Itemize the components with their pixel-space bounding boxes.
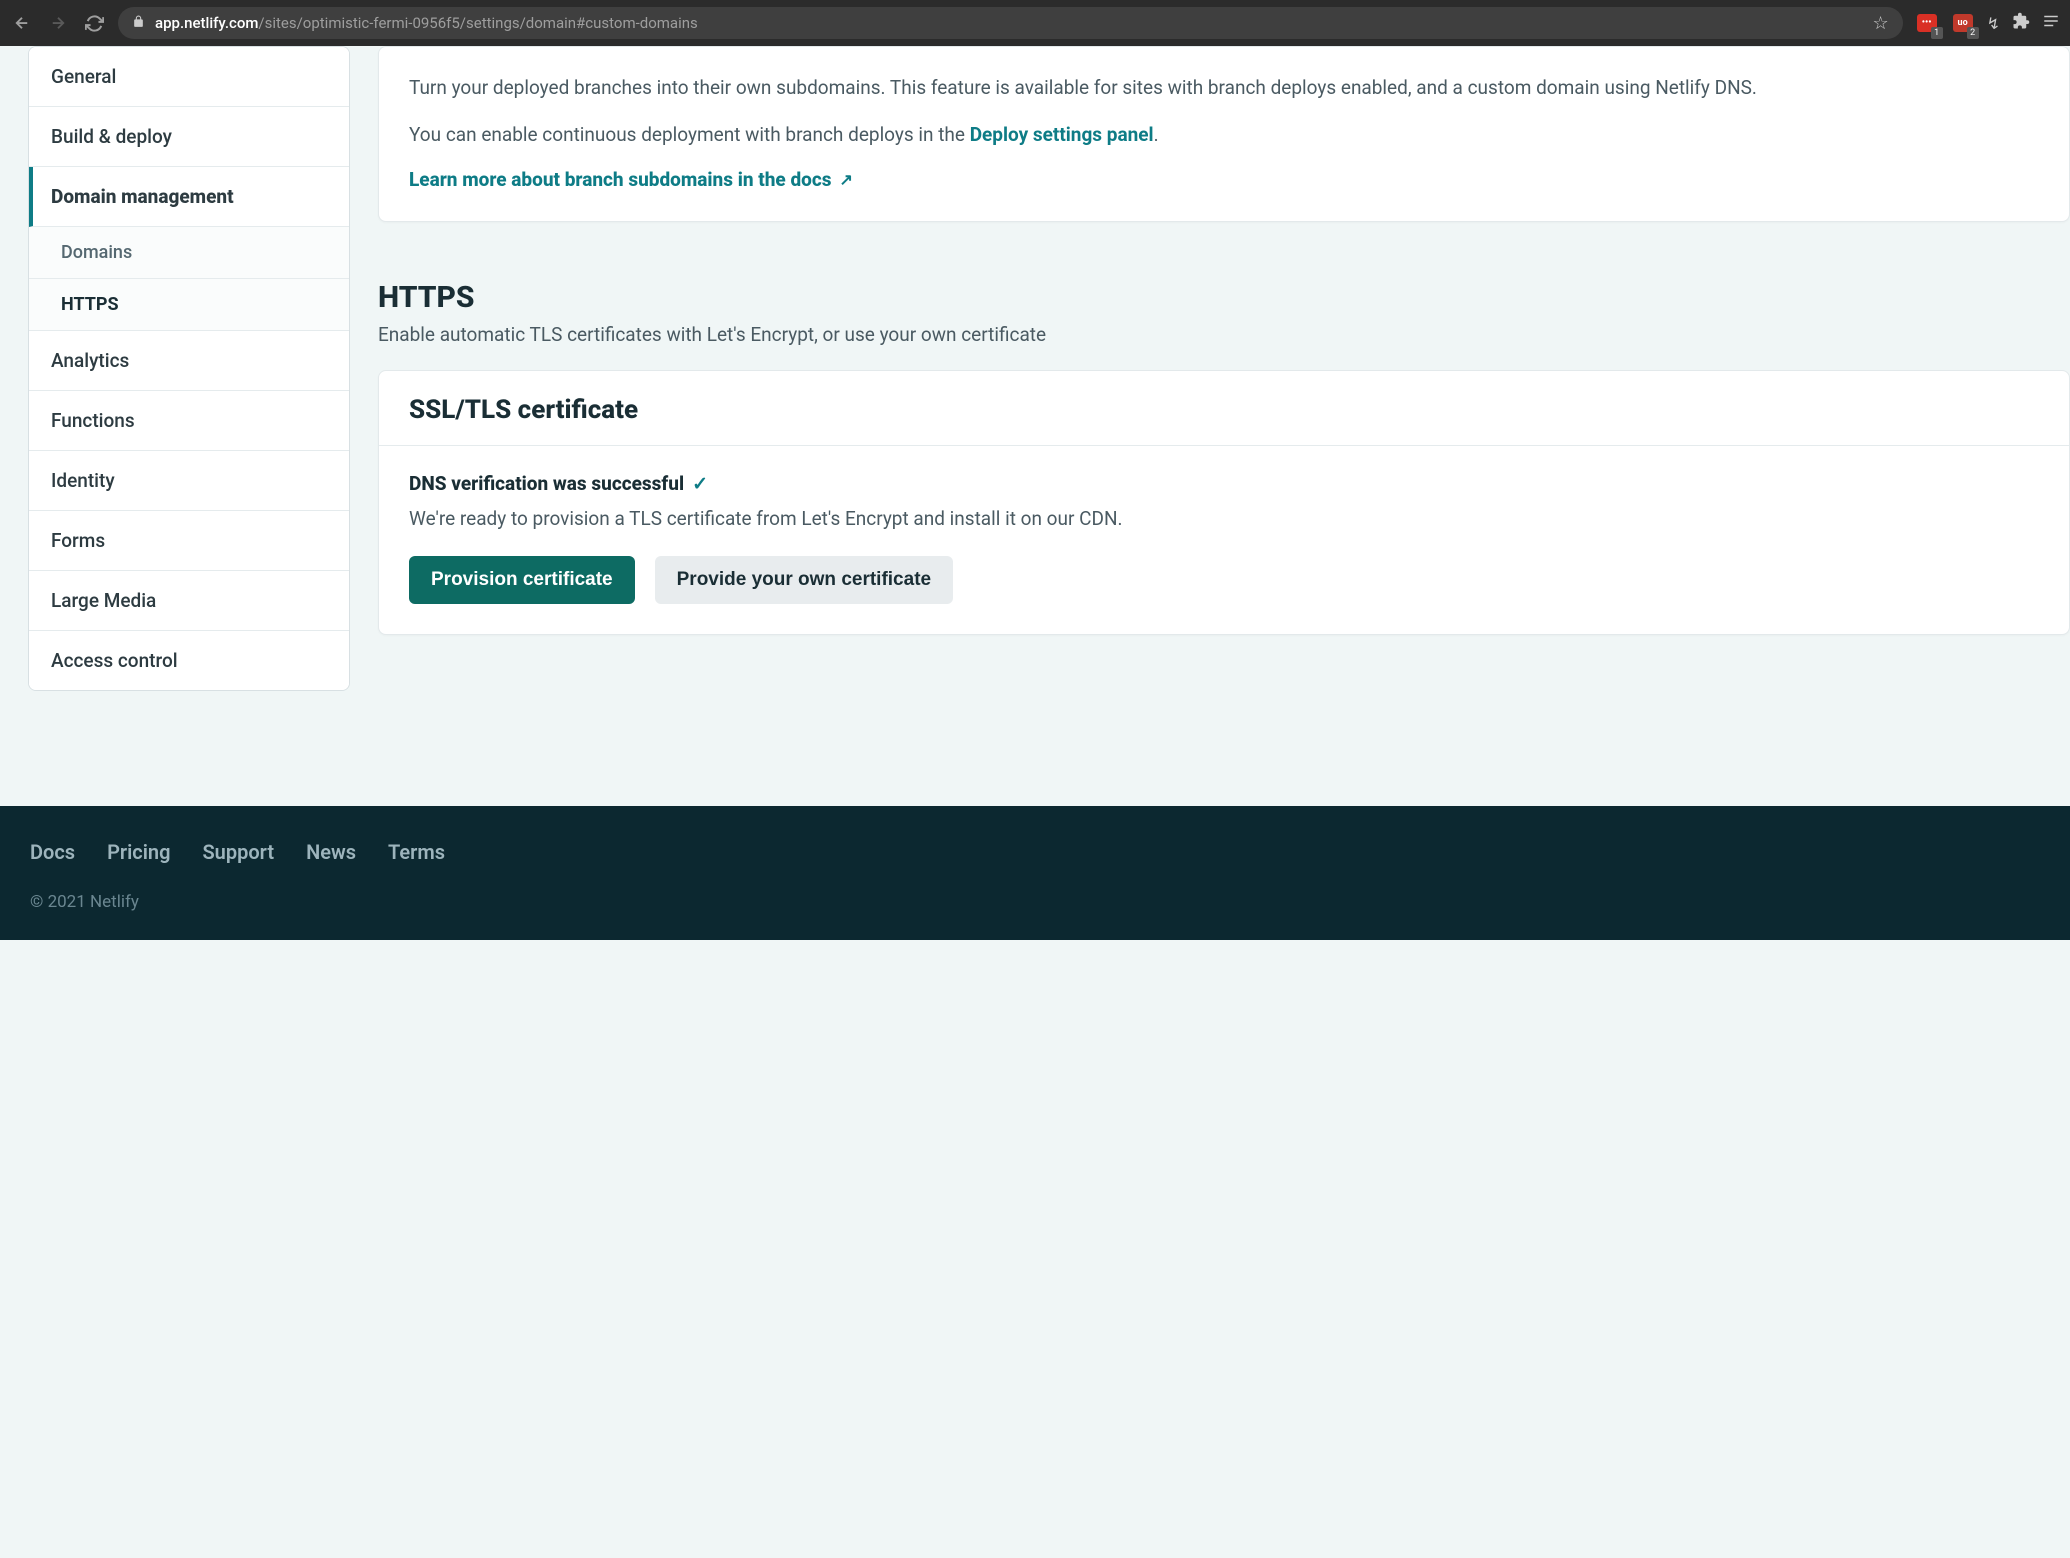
sidebar-item-functions[interactable]: Functions [29,391,349,451]
sidebar-item-large-media[interactable]: Large Media [29,571,349,631]
external-link-icon: ↗ [839,170,852,189]
url-bar[interactable]: app.netlify.com/sites/optimistic-fermi-0… [118,7,1903,39]
footer-link-terms[interactable]: Terms [388,840,445,864]
ssl-certificate-card: SSL/TLS certificate DNS verification was… [378,370,2070,635]
footer-link-docs[interactable]: Docs [30,840,75,864]
back-button[interactable] [10,11,34,35]
checkmark-icon: ✓ [692,472,708,495]
sidebar-item-general[interactable]: General [29,47,349,107]
provide-own-certificate-button[interactable]: Provide your own certificate [655,556,953,604]
footer-copyright: © 2021 Netlify [30,892,2040,912]
extensions-menu-icon[interactable] [2012,12,2030,34]
lock-icon [132,15,145,32]
url-text: app.netlify.com/sites/optimistic-fermi-0… [155,14,698,32]
browser-toolbar: app.netlify.com/sites/optimistic-fermi-0… [0,0,2070,46]
sidebar-item-domain-management[interactable]: Domain management [29,167,349,227]
extension-lastpass[interactable]: •••1 [1915,11,1939,35]
https-section-subtitle: Enable automatic TLS certificates with L… [378,323,2070,346]
sidebar-item-build-deploy[interactable]: Build & deploy [29,107,349,167]
sidebar-item-forms[interactable]: Forms [29,511,349,571]
branch-subdomains-card: Turn your deployed branches into their o… [378,46,2070,222]
branch-description-2: You can enable continuous deployment wit… [409,120,2039,149]
footer-link-pricing[interactable]: Pricing [107,840,170,864]
branch-description-1: Turn your deployed branches into their o… [409,73,2039,102]
sidebar-item-analytics[interactable]: Analytics [29,331,349,391]
reload-button[interactable] [82,11,106,35]
deploy-settings-link[interactable]: Deploy settings panel [970,123,1154,146]
forward-button[interactable] [46,11,70,35]
provision-certificate-button[interactable]: Provision certificate [409,556,635,604]
settings-sidebar: General Build & deploy Domain management… [0,46,350,806]
https-section-title: HTTPS [378,280,2070,315]
main-content: Turn your deployed branches into their o… [350,46,2070,806]
sidebar-item-identity[interactable]: Identity [29,451,349,511]
extension-generic[interactable]: ↯ [1987,14,2000,33]
bookmark-star-icon[interactable]: ☆ [1872,13,1888,34]
extension-ublock[interactable]: uo2 [1951,11,1975,35]
dns-verification-status: DNS verification was successful ✓ [409,472,2039,495]
ssl-ready-description: We're ready to provision a TLS certifica… [409,507,2039,530]
sidebar-subitem-https[interactable]: HTTPS [29,279,349,331]
reading-list-icon[interactable] [2042,12,2060,34]
ssl-card-heading: SSL/TLS certificate [379,371,2069,446]
footer-link-news[interactable]: News [306,840,356,864]
page-footer: Docs Pricing Support News Terms © 2021 N… [0,806,2070,940]
footer-link-support[interactable]: Support [202,840,274,864]
sidebar-item-access-control[interactable]: Access control [29,631,349,690]
sidebar-subitem-domains[interactable]: Domains [29,227,349,279]
branch-docs-link[interactable]: Learn more about branch subdomains in th… [409,168,853,191]
extension-icons: •••1 uo2 ↯ [1915,11,2060,35]
